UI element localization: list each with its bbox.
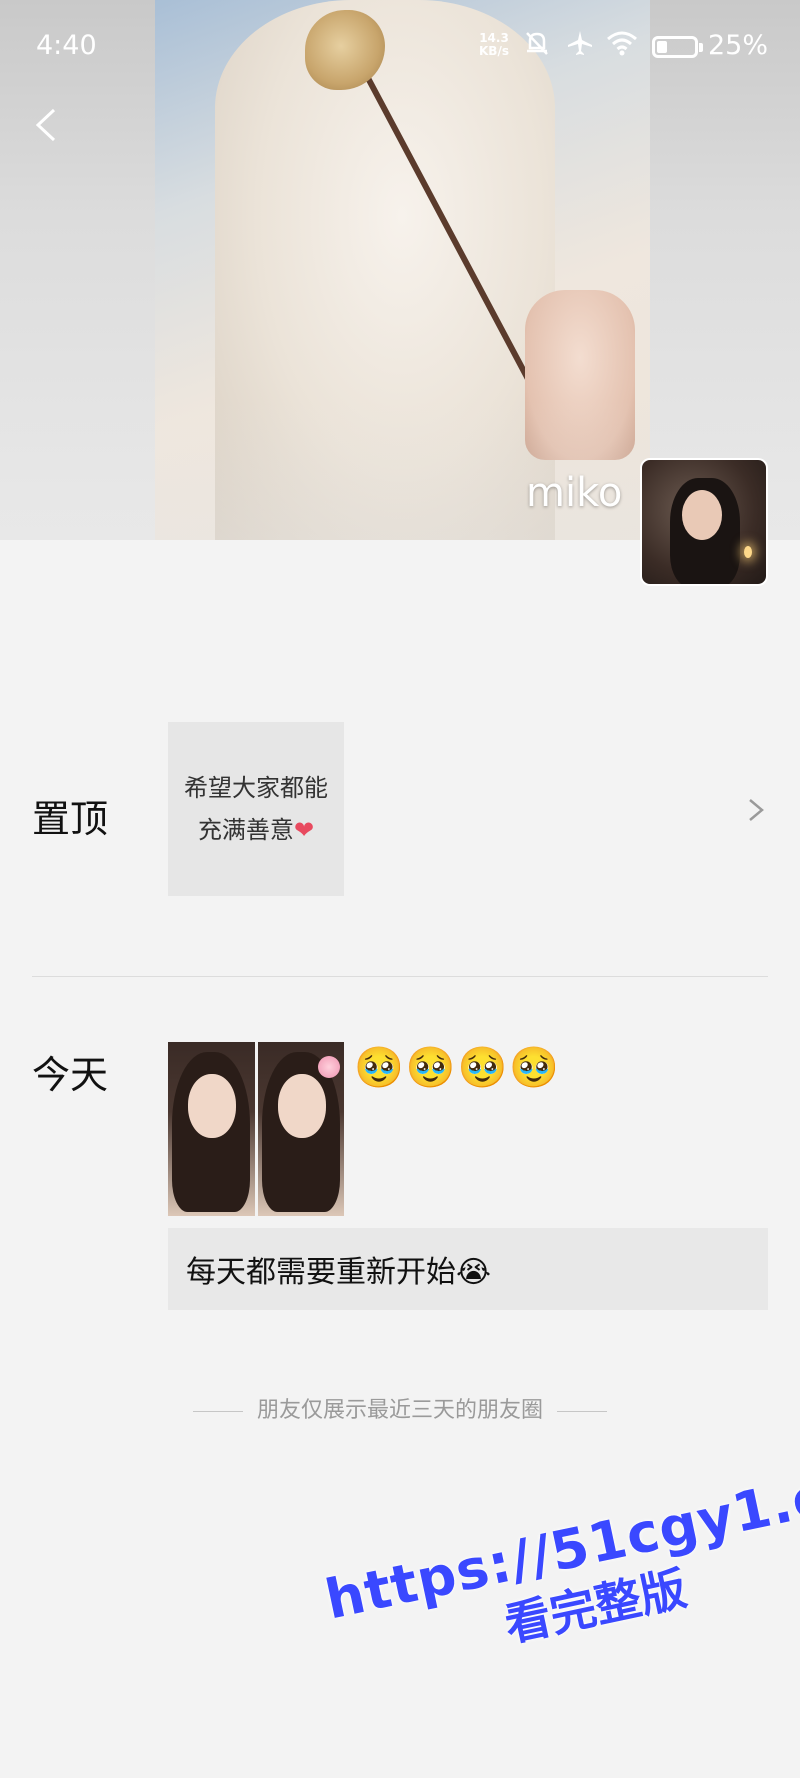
battery-icon: [652, 36, 703, 58]
wifi-icon: [605, 28, 639, 65]
footer-note: 朋友仅展示最近三天的朋友圈: [0, 1392, 800, 1424]
heart-icon: ❤: [293, 816, 315, 844]
pinned-card-line1: 希望大家都能: [184, 774, 328, 802]
avatar-light: [744, 546, 752, 558]
mute-icon: [522, 28, 552, 65]
post-photos[interactable]: [168, 1042, 344, 1216]
footer-line-left: [192, 1410, 243, 1412]
network-speed-unit: KB/s: [479, 44, 509, 58]
back-button[interactable]: [22, 100, 72, 150]
chevron-left-icon: [35, 108, 56, 142]
watermark: https://51cgy1.com 看完整版: [320, 1444, 800, 1778]
share-card-text: 每天都需要重新开始😭: [186, 1255, 492, 1290]
network-speed: 14.3 KB/s: [474, 32, 514, 58]
pinned-post-card[interactable]: 希望大家都能 充满善意❤: [168, 722, 344, 896]
pinned-card-text: 希望大家都能 充满善意❤: [184, 767, 328, 851]
post-photo[interactable]: [168, 1042, 255, 1216]
footer-note-text: 朋友仅展示最近三天的朋友圈: [256, 1398, 543, 1423]
status-time: 4:40: [36, 30, 97, 61]
status-bar: 4:40 14.3 KB/s 25%: [0, 0, 800, 90]
pinned-card-line2-wrap: 充满善意❤: [184, 809, 328, 851]
footer-line-right: [557, 1410, 607, 1412]
avatar-face: [682, 490, 722, 540]
pinned-label: 置顶: [32, 797, 109, 841]
battery-percent: 25%: [708, 30, 769, 61]
profile-name: miko: [526, 470, 623, 516]
chevron-right-icon[interactable]: [744, 790, 768, 830]
photo-face: [188, 1074, 236, 1138]
avatar[interactable]: [640, 458, 768, 586]
photo-face: [277, 1074, 326, 1138]
battery-level: [657, 41, 667, 53]
divider: [32, 976, 768, 977]
airplane-icon: [565, 28, 595, 65]
today-label: 今天: [32, 1053, 109, 1097]
pinned-card-line2: 充满善意: [197, 816, 294, 844]
share-card[interactable]: 每天都需要重新开始😭: [168, 1228, 768, 1310]
post-photo[interactable]: [257, 1042, 344, 1216]
post-emoji-text: 🥹🥹🥹🥹: [354, 1045, 562, 1091]
flower-icon: [318, 1056, 340, 1078]
